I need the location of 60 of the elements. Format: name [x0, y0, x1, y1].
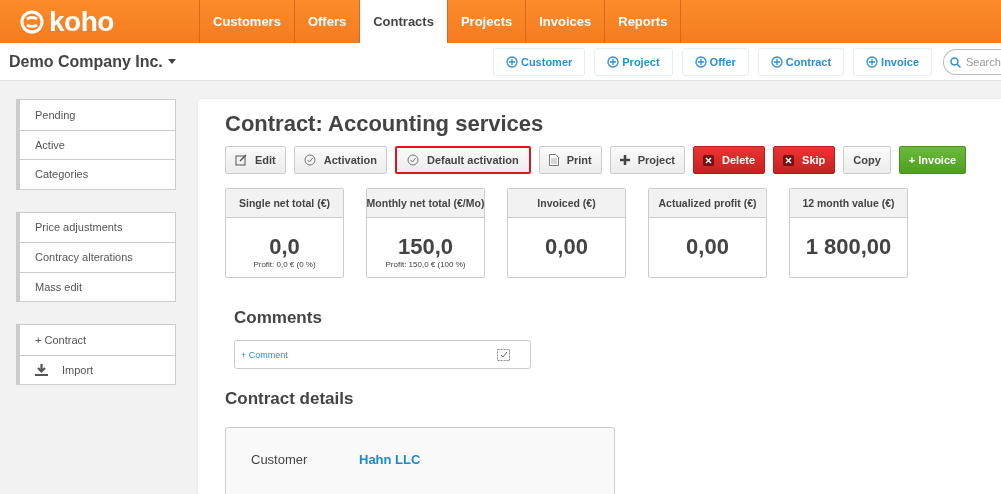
quick-add-button[interactable]: Project	[594, 47, 673, 76]
quick-add-button[interactable]: Offer	[681, 47, 749, 76]
action-button[interactable]: Skip	[773, 146, 836, 174]
download-icon	[35, 363, 48, 376]
section-heading: Comments	[234, 308, 323, 328]
check-circle-icon	[406, 154, 419, 166]
action-button[interactable]: Activation	[293, 146, 387, 174]
stat-note: Profit: 150,0 € (100 %)	[384, 260, 467, 269]
nav-tab[interactable]: Contracts	[359, 0, 447, 43]
add-comment-link[interactable]: + Comment	[241, 349, 288, 360]
stat-label: Single net total (€)	[226, 189, 343, 218]
sidebar-item[interactable]: Contracy alterations	[20, 242, 175, 272]
company-selector[interactable]: Demo Company Inc.	[9, 52, 176, 71]
sidebar-item[interactable]: Categories	[20, 159, 175, 189]
stat-value: 1 800,00	[804, 234, 893, 260]
sidebar-item[interactable]: Active	[20, 129, 175, 159]
plus-circle-icon	[770, 55, 783, 68]
stat-value: 0,00	[685, 234, 730, 260]
stat-label: Actualized profit (€)	[649, 189, 766, 218]
sidebar-item[interactable]: Pending	[20, 100, 175, 130]
plus-circle-icon	[505, 55, 518, 68]
stat-value: 0,0	[268, 234, 301, 260]
stat-label: Monthly net total (€/Mo)	[367, 189, 484, 218]
page-title: Contract: Accounting services	[225, 111, 545, 137]
quick-add-button[interactable]: Contract	[757, 47, 845, 76]
plus-circle-icon	[694, 55, 707, 68]
check-circle-icon	[303, 154, 316, 166]
action-button[interactable]: Copy	[843, 146, 891, 174]
stat-label: Invoiced (€)	[508, 189, 625, 218]
action-button[interactable]: Print	[538, 146, 602, 174]
sidebar-item[interactable]: Price adjustments	[20, 212, 175, 242]
brand-name: koho	[49, 5, 114, 38]
document-icon	[548, 154, 559, 166]
customer-link[interactable]: Hahn LLC	[359, 452, 421, 494]
action-button[interactable]: Default activation	[394, 146, 531, 174]
plus-circle-icon	[866, 55, 879, 68]
sidebar-item[interactable]: Import	[20, 354, 175, 384]
action-button[interactable]: Delete	[693, 146, 766, 174]
caret-icon	[167, 59, 176, 64]
action-button[interactable]: Project	[609, 146, 685, 174]
search-field[interactable]: Search	[943, 48, 1001, 75]
comment-box[interactable]: + Comment	[234, 340, 531, 369]
stat-value: 0,00	[544, 234, 589, 260]
quick-add-button[interactable]: Customer	[492, 47, 586, 76]
detail-label: Customer	[251, 452, 309, 469]
section-heading: Contract details	[225, 389, 355, 409]
close-icon	[703, 154, 714, 166]
plus-circle-icon	[607, 55, 620, 68]
action-button[interactable]: Edit	[225, 146, 286, 174]
stat-label: 12 month value (€)	[790, 189, 907, 218]
plus-icon	[619, 155, 630, 165]
logo-icon	[20, 9, 44, 34]
edit-icon	[497, 348, 510, 361]
stat-value: 150,0	[396, 234, 455, 260]
stat-note: Profit: 0,0 € (0 %)	[252, 260, 317, 269]
close-icon	[783, 154, 795, 166]
sidebar-item[interactable]: + Contract	[20, 325, 175, 355]
quick-add-button[interactable]: Invoice	[853, 47, 932, 76]
sidebar-item[interactable]: Mass edit	[20, 271, 175, 301]
edit-icon	[235, 154, 247, 166]
